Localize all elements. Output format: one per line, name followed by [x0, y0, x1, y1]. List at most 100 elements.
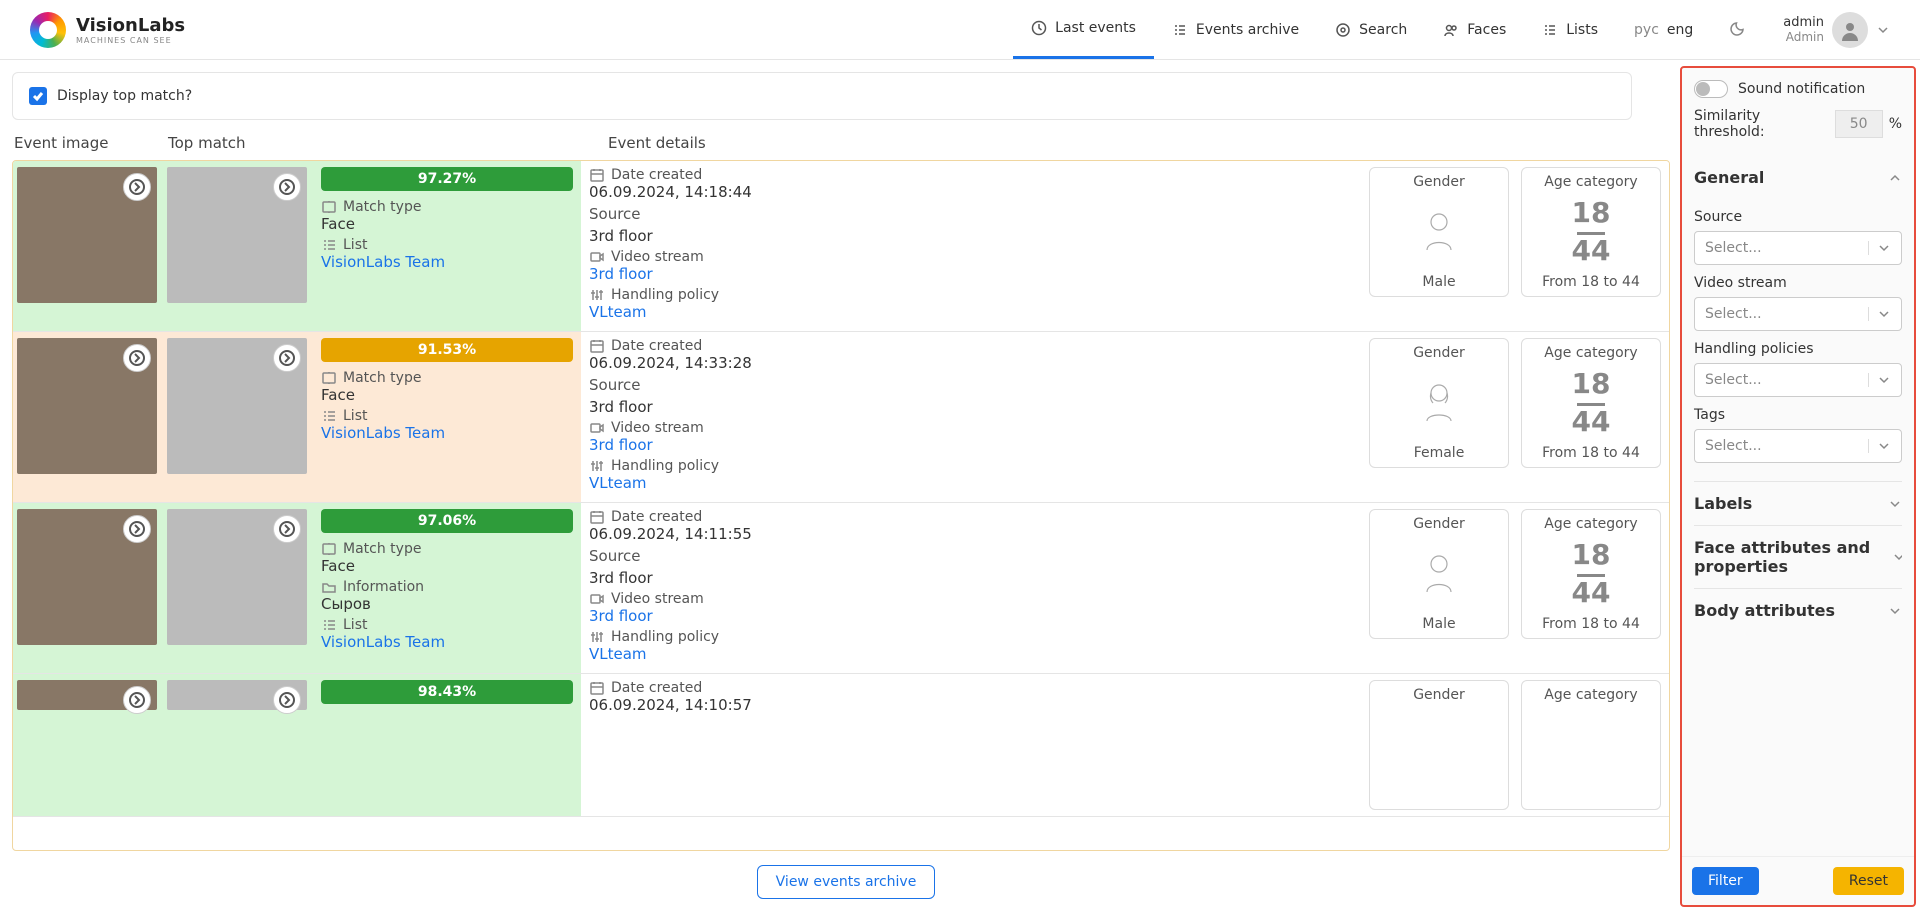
match-list-link[interactable]: VisionLabs Team — [321, 424, 573, 442]
lang-en[interactable]: eng — [1667, 22, 1693, 38]
col-event-image: Event image — [14, 134, 168, 152]
section-face-attrs-label: Face attributes and properties — [1694, 538, 1892, 576]
video-stream-link[interactable]: 3rd floor — [589, 436, 1357, 454]
section-body-attributes[interactable]: Body attributes — [1694, 588, 1902, 632]
percent-label: % — [1889, 116, 1902, 132]
top-match-thumb[interactable] — [167, 167, 307, 303]
select-placeholder: Select... — [1705, 306, 1762, 322]
handling-policy-link[interactable]: VLteam — [589, 303, 1357, 321]
event-image-thumb[interactable] — [17, 338, 157, 474]
filter-handling-policies-select[interactable]: Select... — [1694, 363, 1902, 397]
view-events-archive-button[interactable]: View events archive — [757, 865, 936, 899]
display-top-match-row: Display top match? — [12, 72, 1632, 120]
nav-faces[interactable]: Faces — [1425, 0, 1524, 59]
display-top-match-label: Display top match? — [57, 88, 192, 104]
nav-lists-label: Lists — [1566, 22, 1598, 38]
event-image-thumb[interactable] — [17, 167, 157, 303]
expand-top-match-button[interactable] — [273, 686, 301, 714]
filter-tags-select[interactable]: Select... — [1694, 429, 1902, 463]
match-list-link[interactable]: VisionLabs Team — [321, 253, 573, 271]
calendar-icon — [589, 680, 605, 696]
expand-arrow-icon — [279, 692, 295, 708]
nav-events-archive-label: Events archive — [1196, 22, 1299, 38]
similarity-threshold-label: Similarity threshold: — [1694, 108, 1829, 140]
target-icon — [1335, 22, 1351, 38]
sliders-icon — [589, 629, 605, 645]
select-placeholder: Select... — [1705, 372, 1762, 388]
expand-top-match-button[interactable] — [273, 344, 301, 372]
top-match-thumb[interactable] — [167, 338, 307, 474]
expand-event-image-button[interactable] — [123, 686, 151, 714]
expand-top-match-button[interactable] — [273, 173, 301, 201]
section-body-attrs-label: Body attributes — [1694, 601, 1835, 620]
filters-sidebar: Sound notification Similarity threshold:… — [1680, 66, 1916, 907]
expand-event-image-button[interactable] — [123, 173, 151, 201]
calendar-icon — [589, 167, 605, 183]
expand-arrow-icon — [279, 179, 295, 195]
theme-toggle[interactable] — [1711, 19, 1765, 41]
filter-video-stream-label: Video stream — [1694, 275, 1902, 291]
sound-notification-toggle[interactable] — [1694, 80, 1728, 98]
logo[interactable]: VisionLabs MACHINES CAN SEE — [30, 12, 185, 48]
expand-arrow-icon — [279, 521, 295, 537]
expand-event-image-button[interactable] — [123, 344, 151, 372]
sound-notification-label: Sound notification — [1738, 81, 1865, 97]
folder-icon — [321, 579, 337, 595]
nav-lists[interactable]: Lists — [1524, 0, 1616, 59]
event-row[interactable]: 98.43% Date created 06.09.2024, 14:10:57… — [13, 674, 1669, 817]
chevron-down-icon — [1888, 497, 1902, 511]
expand-arrow-icon — [279, 350, 295, 366]
main-nav: Last events Events archive Search Faces … — [1013, 0, 1890, 59]
events-list[interactable]: 97.27% Match type Face List VisionLabs T… — [12, 160, 1670, 851]
section-face-attributes[interactable]: Face attributes and properties — [1694, 525, 1902, 588]
video-stream-link[interactable]: 3rd floor — [589, 265, 1357, 283]
expand-top-match-button[interactable] — [273, 515, 301, 543]
video-stream-link[interactable]: 3rd floor — [589, 607, 1357, 625]
reset-button[interactable]: Reset — [1833, 867, 1904, 895]
event-image-thumb[interactable] — [17, 509, 157, 645]
avatar — [1832, 12, 1868, 48]
nav-last-events[interactable]: Last events — [1013, 0, 1154, 59]
expand-arrow-icon — [129, 350, 145, 366]
event-row[interactable]: 97.27% Match type Face List VisionLabs T… — [13, 161, 1669, 332]
event-row[interactable]: 91.53% Match type Face List VisionLabs T… — [13, 332, 1669, 503]
select-placeholder: Select... — [1705, 240, 1762, 256]
match-list-link[interactable]: VisionLabs Team — [321, 633, 573, 651]
nav-search[interactable]: Search — [1317, 0, 1425, 59]
puzzle-icon — [321, 541, 337, 557]
user-icon — [1839, 19, 1861, 41]
filter-handling-policies-label: Handling policies — [1694, 341, 1902, 357]
expand-event-image-button[interactable] — [123, 515, 151, 543]
filter-tags-label: Tags — [1694, 407, 1902, 423]
lang-ru[interactable]: рус — [1634, 22, 1659, 38]
filter-video-stream-select[interactable]: Select... — [1694, 297, 1902, 331]
similarity-threshold-input[interactable] — [1835, 110, 1883, 138]
user-menu[interactable]: admin Admin — [1765, 12, 1890, 48]
nav-faces-label: Faces — [1467, 22, 1506, 38]
select-placeholder: Select... — [1705, 438, 1762, 454]
top-match-thumb[interactable] — [167, 680, 307, 710]
section-labels[interactable]: Labels — [1694, 481, 1902, 525]
language-switch[interactable]: рус eng — [1616, 22, 1711, 38]
gender-card: Gender Female — [1369, 338, 1509, 468]
handling-policy-link[interactable]: VLteam — [589, 474, 1357, 492]
chevron-down-icon — [1877, 439, 1891, 453]
event-row[interactable]: 97.06% Match type Face InformationСыров … — [13, 503, 1669, 674]
list-icon — [321, 237, 337, 253]
handling-policy-link[interactable]: VLteam — [589, 645, 1357, 663]
sliders-icon — [589, 458, 605, 474]
section-general[interactable]: General — [1694, 156, 1902, 199]
calendar-icon — [589, 509, 605, 525]
chevron-down-icon — [1876, 23, 1890, 37]
calendar-icon — [589, 338, 605, 354]
brand-tagline: MACHINES CAN SEE — [76, 36, 185, 45]
top-match-thumb[interactable] — [167, 509, 307, 645]
filter-button[interactable]: Filter — [1692, 867, 1759, 895]
event-image-thumb[interactable] — [17, 680, 157, 710]
gender-card: Gender — [1369, 680, 1509, 810]
top-header: VisionLabs MACHINES CAN SEE Last events … — [0, 0, 1920, 60]
display-top-match-checkbox[interactable] — [29, 87, 47, 105]
nav-events-archive[interactable]: Events archive — [1154, 0, 1317, 59]
filter-source-select[interactable]: Select... — [1694, 231, 1902, 265]
puzzle-icon — [321, 199, 337, 215]
